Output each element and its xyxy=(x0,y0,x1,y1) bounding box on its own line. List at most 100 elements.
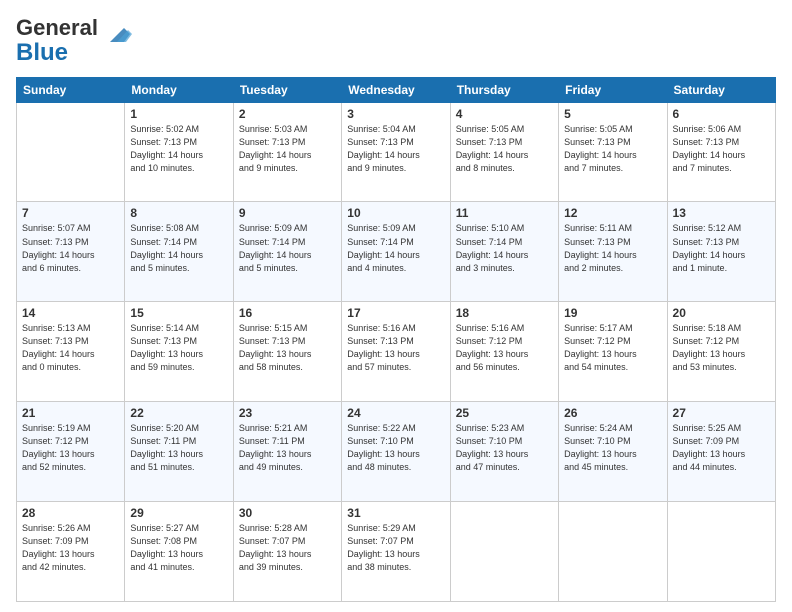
day-info: Sunrise: 5:23 AM Sunset: 7:10 PM Dayligh… xyxy=(456,422,553,474)
day-info: Sunrise: 5:16 AM Sunset: 7:13 PM Dayligh… xyxy=(347,322,444,374)
calendar-cell: 2 Sunrise: 5:03 AM Sunset: 7:13 PM Daylig… xyxy=(233,102,341,202)
calendar-cell: 31Sunrise: 5:29 AM Sunset: 7:07 PM Dayli… xyxy=(342,502,450,602)
day-info: Sunrise: 5:10 AM Sunset: 7:14 PM Dayligh… xyxy=(456,222,553,274)
day-info: Sunrise: 5:22 AM Sunset: 7:10 PM Dayligh… xyxy=(347,422,444,474)
day-info: Sunrise: 5:27 AM Sunset: 7:08 PM Dayligh… xyxy=(130,522,227,574)
day-number: 19 xyxy=(564,306,661,320)
day-info: Sunrise: 5:19 AM Sunset: 7:12 PM Dayligh… xyxy=(22,422,119,474)
calendar-cell xyxy=(450,502,558,602)
day-number: 7 xyxy=(22,206,119,220)
calendar-day-header: Wednesday xyxy=(342,77,450,102)
day-number: 5 xyxy=(564,107,661,121)
calendar-cell: 24 Sunrise: 5:22 AM Sunset: 7:10 PM Dayli… xyxy=(342,402,450,502)
day-number: 28 xyxy=(22,506,119,520)
calendar-cell: 6 Sunrise: 5:06 AM Sunset: 7:13 PM Daylig… xyxy=(667,102,775,202)
calendar-cell: 1 Sunrise: 5:02 AM Sunset: 7:13 PM Daylig… xyxy=(125,102,233,202)
day-info: Sunrise: 5:03 AM Sunset: 7:13 PM Dayligh… xyxy=(239,123,336,175)
day-info: Sunrise: 5:14 AM Sunset: 7:13 PM Dayligh… xyxy=(130,322,227,374)
day-info: Sunrise: 5:29 AM Sunset: 7:07 PM Dayligh… xyxy=(347,522,444,574)
day-info: Sunrise: 5:09 AM Sunset: 7:14 PM Dayligh… xyxy=(347,222,444,274)
day-number: 30 xyxy=(239,506,336,520)
day-number: 1 xyxy=(130,107,227,121)
day-number: 2 xyxy=(239,107,336,121)
day-number: 24 xyxy=(347,406,444,420)
calendar-cell: 21 Sunrise: 5:19 AM Sunset: 7:12 PM Dayli… xyxy=(17,402,125,502)
calendar-cell: 20Sunrise: 5:18 AM Sunset: 7:12 PM Dayli… xyxy=(667,302,775,402)
calendar-day-header: Friday xyxy=(559,77,667,102)
calendar-week-row: 21 Sunrise: 5:19 AM Sunset: 7:12 PM Dayli… xyxy=(17,402,776,502)
calendar-cell: 16 Sunrise: 5:15 AM Sunset: 7:13 PM Dayli… xyxy=(233,302,341,402)
day-info: Sunrise: 5:26 AM Sunset: 7:09 PM Dayligh… xyxy=(22,522,119,574)
header: General Blue xyxy=(16,16,776,67)
calendar-cell: 25 Sunrise: 5:23 AM Sunset: 7:10 PM Dayli… xyxy=(450,402,558,502)
day-info: Sunrise: 5:24 AM Sunset: 7:10 PM Dayligh… xyxy=(564,422,661,474)
day-number: 26 xyxy=(564,406,661,420)
day-number: 3 xyxy=(347,107,444,121)
calendar-week-row: 1 Sunrise: 5:02 AM Sunset: 7:13 PM Daylig… xyxy=(17,102,776,202)
day-info: Sunrise: 5:12 AM Sunset: 7:13 PM Dayligh… xyxy=(673,222,770,274)
day-number: 23 xyxy=(239,406,336,420)
calendar-cell: 27 Sunrise: 5:25 AM Sunset: 7:09 PM Dayli… xyxy=(667,402,775,502)
calendar-cell: 5 Sunrise: 5:05 AM Sunset: 7:13 PM Daylig… xyxy=(559,102,667,202)
day-info: Sunrise: 5:02 AM Sunset: 7:13 PM Dayligh… xyxy=(130,123,227,175)
calendar-cell: 19 Sunrise: 5:17 AM Sunset: 7:12 PM Dayli… xyxy=(559,302,667,402)
day-number: 11 xyxy=(456,206,553,220)
day-number: 25 xyxy=(456,406,553,420)
calendar-cell xyxy=(17,102,125,202)
calendar-table: SundayMondayTuesdayWednesdayThursdayFrid… xyxy=(16,77,776,602)
day-number: 12 xyxy=(564,206,661,220)
day-info: Sunrise: 5:20 AM Sunset: 7:11 PM Dayligh… xyxy=(130,422,227,474)
calendar-cell: 30Sunrise: 5:28 AM Sunset: 7:07 PM Dayli… xyxy=(233,502,341,602)
day-info: Sunrise: 5:04 AM Sunset: 7:13 PM Dayligh… xyxy=(347,123,444,175)
page: General Blue SundayMondayTuesdayWednesda… xyxy=(0,0,792,612)
calendar-cell: 29Sunrise: 5:27 AM Sunset: 7:08 PM Dayli… xyxy=(125,502,233,602)
calendar-day-header: Thursday xyxy=(450,77,558,102)
day-number: 16 xyxy=(239,306,336,320)
day-info: Sunrise: 5:15 AM Sunset: 7:13 PM Dayligh… xyxy=(239,322,336,374)
calendar-cell: 10 Sunrise: 5:09 AM Sunset: 7:14 PM Dayli… xyxy=(342,202,450,302)
day-number: 15 xyxy=(130,306,227,320)
calendar-cell: 23Sunrise: 5:21 AM Sunset: 7:11 PM Dayli… xyxy=(233,402,341,502)
calendar-week-row: 14 Sunrise: 5:13 AM Sunset: 7:13 PM Dayli… xyxy=(17,302,776,402)
day-number: 4 xyxy=(456,107,553,121)
day-info: Sunrise: 5:13 AM Sunset: 7:13 PM Dayligh… xyxy=(22,322,119,374)
day-info: Sunrise: 5:06 AM Sunset: 7:13 PM Dayligh… xyxy=(673,123,770,175)
day-info: Sunrise: 5:18 AM Sunset: 7:12 PM Dayligh… xyxy=(673,322,770,374)
day-number: 14 xyxy=(22,306,119,320)
calendar-cell: 18Sunrise: 5:16 AM Sunset: 7:12 PM Dayli… xyxy=(450,302,558,402)
day-info: Sunrise: 5:17 AM Sunset: 7:12 PM Dayligh… xyxy=(564,322,661,374)
day-number: 17 xyxy=(347,306,444,320)
calendar-day-header: Tuesday xyxy=(233,77,341,102)
day-number: 13 xyxy=(673,206,770,220)
logo: General Blue xyxy=(16,16,132,67)
day-number: 21 xyxy=(22,406,119,420)
calendar-header-row: SundayMondayTuesdayWednesdayThursdayFrid… xyxy=(17,77,776,102)
day-number: 9 xyxy=(239,206,336,220)
calendar-day-header: Monday xyxy=(125,77,233,102)
calendar-cell: 8Sunrise: 5:08 AM Sunset: 7:14 PM Daylig… xyxy=(125,202,233,302)
day-info: Sunrise: 5:25 AM Sunset: 7:09 PM Dayligh… xyxy=(673,422,770,474)
calendar-cell: 14 Sunrise: 5:13 AM Sunset: 7:13 PM Dayli… xyxy=(17,302,125,402)
day-number: 6 xyxy=(673,107,770,121)
day-info: Sunrise: 5:05 AM Sunset: 7:13 PM Dayligh… xyxy=(564,123,661,175)
day-number: 10 xyxy=(347,206,444,220)
calendar-cell: 9 Sunrise: 5:09 AM Sunset: 7:14 PM Daylig… xyxy=(233,202,341,302)
day-info: Sunrise: 5:16 AM Sunset: 7:12 PM Dayligh… xyxy=(456,322,553,374)
day-info: Sunrise: 5:09 AM Sunset: 7:14 PM Dayligh… xyxy=(239,222,336,274)
day-number: 22 xyxy=(130,406,227,420)
day-info: Sunrise: 5:07 AM Sunset: 7:13 PM Dayligh… xyxy=(22,222,119,274)
calendar-cell xyxy=(559,502,667,602)
day-number: 27 xyxy=(673,406,770,420)
calendar-cell: 13 Sunrise: 5:12 AM Sunset: 7:13 PM Dayli… xyxy=(667,202,775,302)
calendar-cell: 3 Sunrise: 5:04 AM Sunset: 7:13 PM Daylig… xyxy=(342,102,450,202)
calendar-cell: 11 Sunrise: 5:10 AM Sunset: 7:14 PM Dayli… xyxy=(450,202,558,302)
calendar-cell: 15 Sunrise: 5:14 AM Sunset: 7:13 PM Dayli… xyxy=(125,302,233,402)
calendar-cell: 7 Sunrise: 5:07 AM Sunset: 7:13 PM Daylig… xyxy=(17,202,125,302)
day-info: Sunrise: 5:08 AM Sunset: 7:14 PM Dayligh… xyxy=(130,222,227,274)
calendar-cell: 12 Sunrise: 5:11 AM Sunset: 7:13 PM Dayli… xyxy=(559,202,667,302)
day-info: Sunrise: 5:11 AM Sunset: 7:13 PM Dayligh… xyxy=(564,222,661,274)
day-info: Sunrise: 5:05 AM Sunset: 7:13 PM Dayligh… xyxy=(456,123,553,175)
logo-icon xyxy=(102,24,132,51)
calendar-cell: 22 Sunrise: 5:20 AM Sunset: 7:11 PM Dayli… xyxy=(125,402,233,502)
logo-text: General Blue xyxy=(16,16,98,67)
